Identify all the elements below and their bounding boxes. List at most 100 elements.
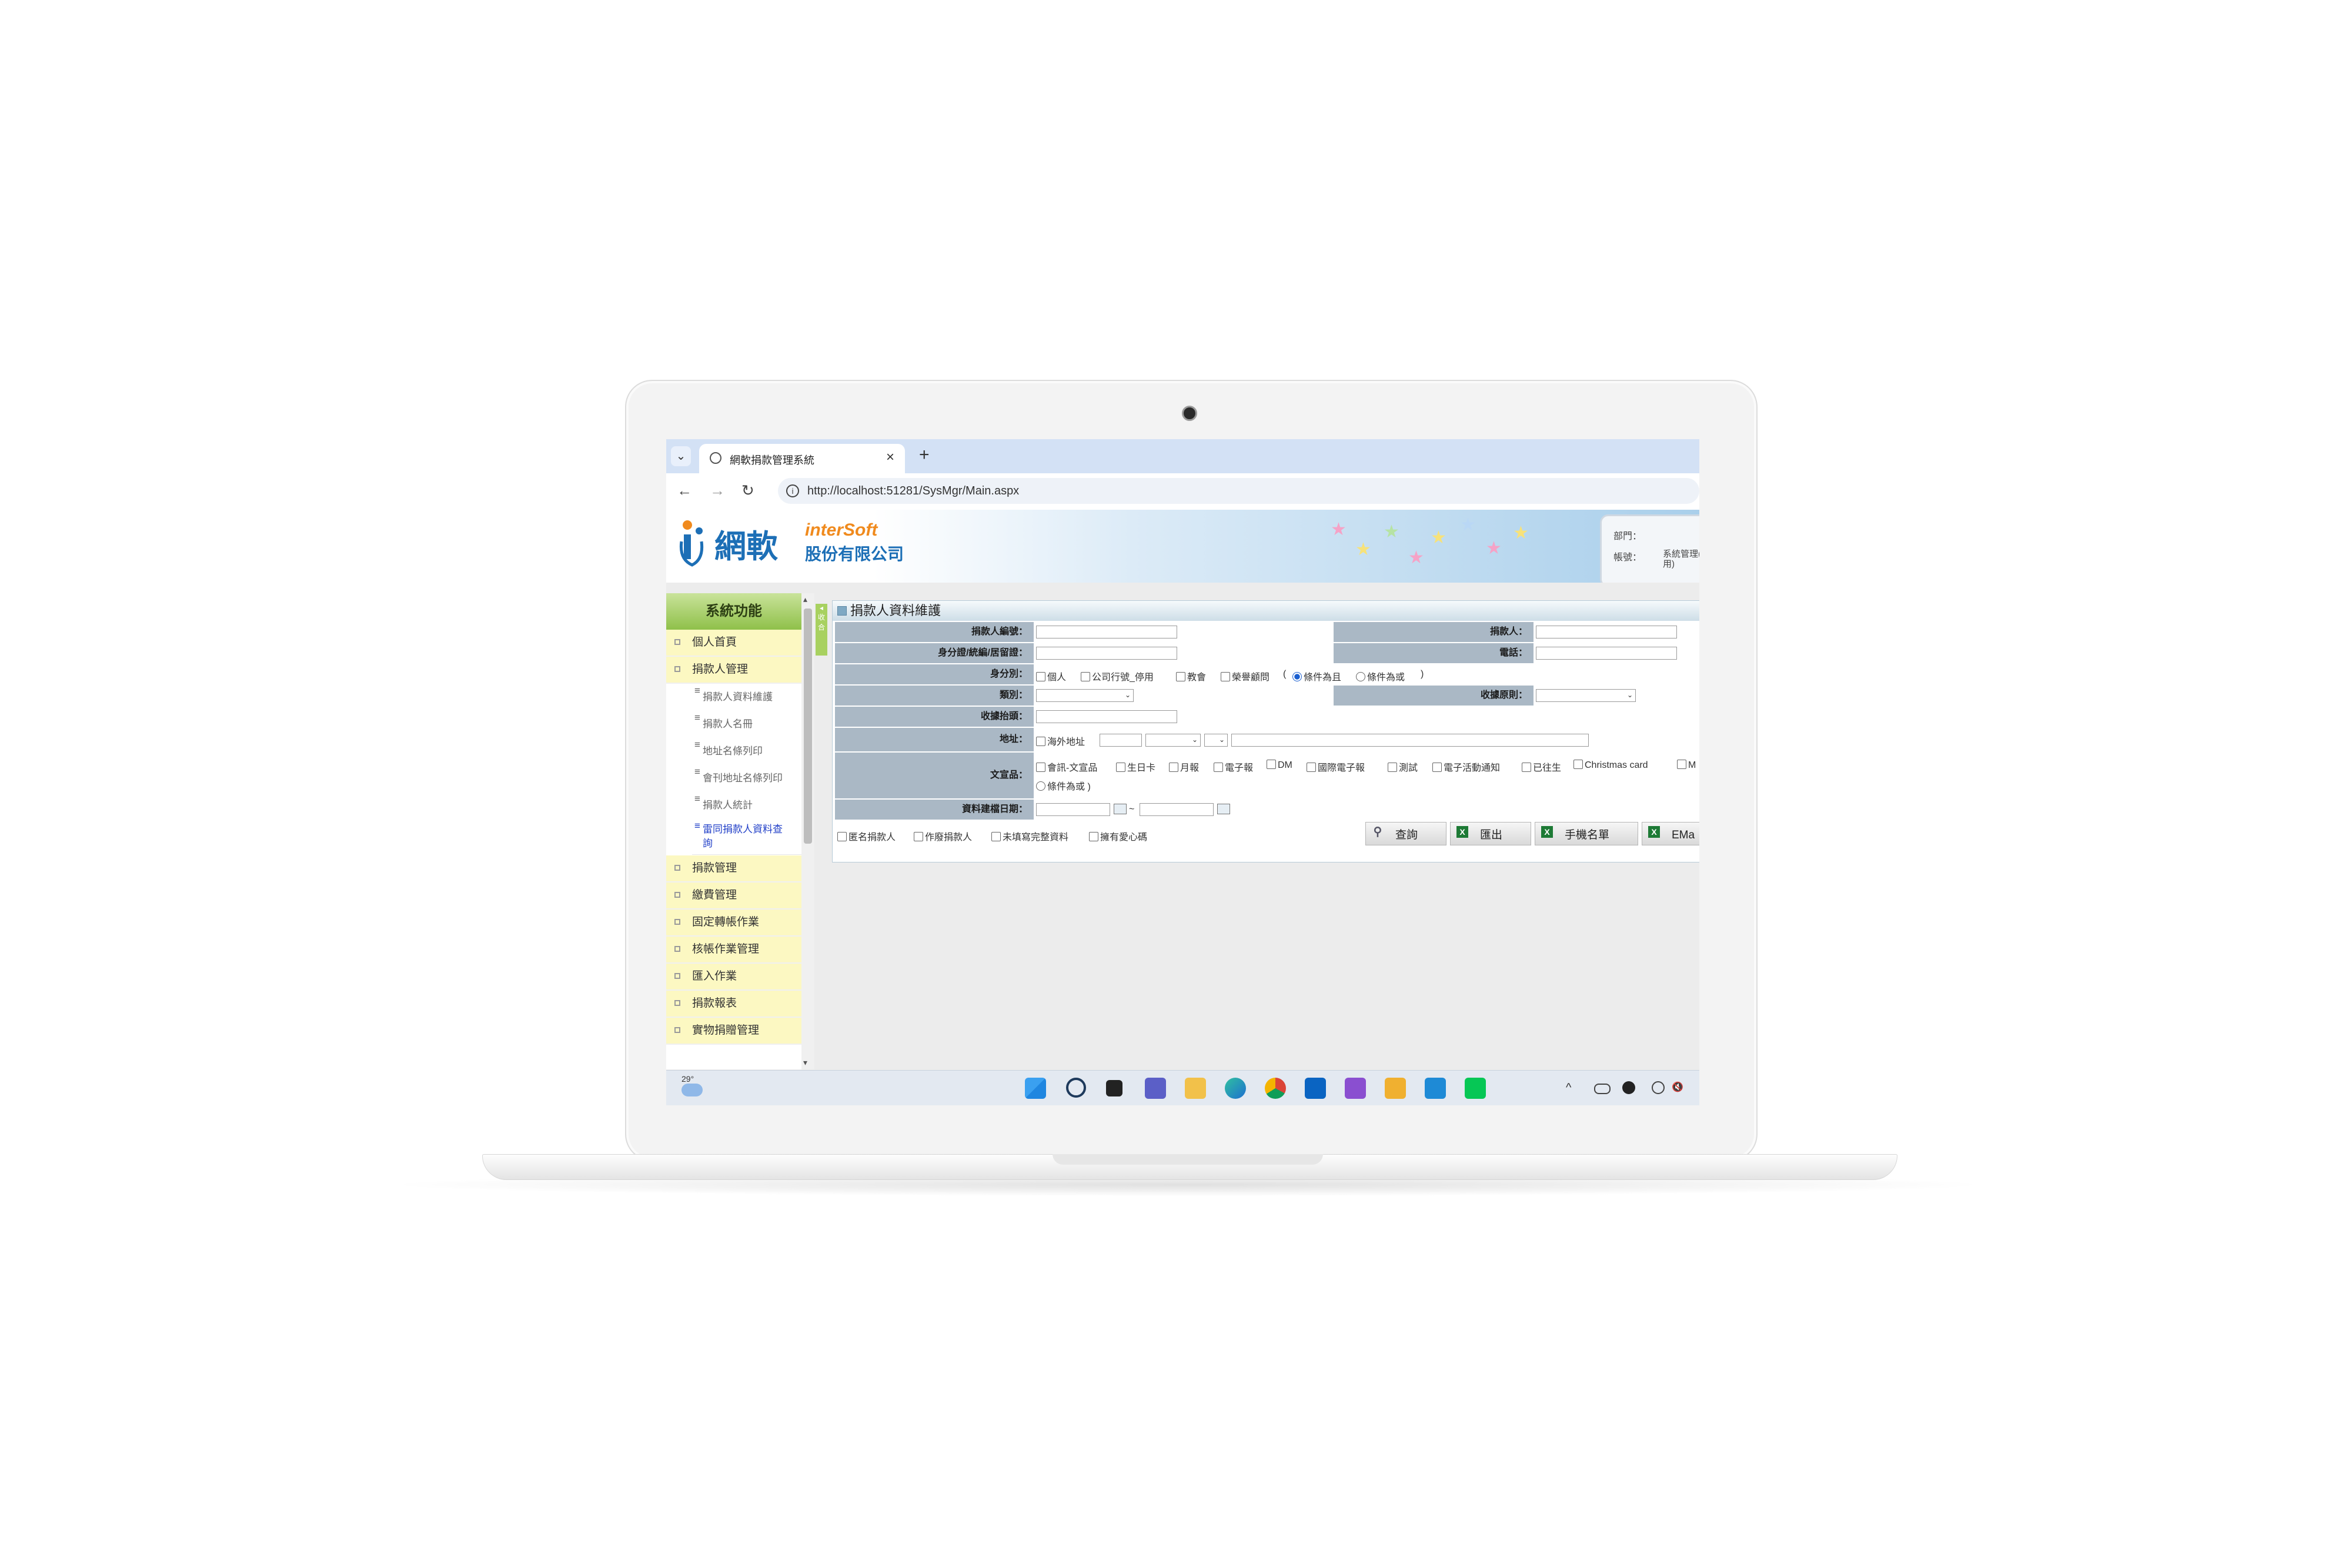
pub-intl-e-newsletter-checkbox[interactable]: 國際電子報: [1307, 760, 1365, 774]
file-explorer-icon[interactable]: [1185, 1078, 1206, 1099]
submenu-address-label-print[interactable]: ≡ 地址名條列印: [692, 738, 801, 765]
receipt-rule-select[interactable]: ⌄: [1536, 689, 1636, 702]
chrome-browser-icon[interactable]: [1265, 1078, 1286, 1099]
calendar-icon[interactable]: [1217, 804, 1230, 814]
bullet-square-icon: [674, 892, 680, 898]
sidebar-item-donor-management[interactable]: 捐款人管理: [666, 657, 801, 684]
sidebar-item-payment-management[interactable]: 繳費管理: [666, 882, 801, 910]
submenu-donor-roster[interactable]: ≡ 捐款人名冊: [692, 711, 801, 738]
void-donor-checkbox[interactable]: 作廢捐款人: [914, 829, 972, 843]
export-button[interactable]: X 匯出: [1450, 822, 1531, 845]
pub-or-radio[interactable]: 條件為或 ): [1036, 778, 1091, 793]
submenu-label: 捐款人統計: [703, 800, 753, 811]
sidebar-item-in-kind-donation[interactable]: 實物捐贈管理: [666, 1018, 801, 1045]
outlook-icon[interactable]: [1305, 1078, 1326, 1099]
submenu-donor-maintenance[interactable]: ≡ 捐款人資料維護: [692, 684, 801, 711]
paint-tool-icon[interactable]: [1385, 1078, 1406, 1099]
back-arrow-icon[interactable]: ←: [677, 482, 692, 500]
identity-and-radio[interactable]: 條件為且: [1292, 669, 1341, 683]
pub-christmas-card-checkbox[interactable]: Christmas card: [1573, 760, 1648, 771]
receipt-title-input[interactable]: [1036, 710, 1177, 723]
phone-input[interactable]: [1536, 647, 1677, 660]
sidebar-collapse-toggle[interactable]: ◂ 收合: [816, 604, 827, 656]
address-label: 地址：: [835, 728, 1034, 751]
overseas-address-checkbox[interactable]: 海外地址: [1036, 734, 1085, 748]
pub-event-notice-checkbox[interactable]: 電子活動通知: [1432, 760, 1500, 774]
category-select[interactable]: ⌄: [1036, 689, 1134, 702]
search-icon[interactable]: [1066, 1078, 1086, 1098]
forward-arrow-icon[interactable]: →: [710, 482, 725, 500]
weather-cloud-icon[interactable]: [681, 1084, 703, 1096]
pub-monthly-report-checkbox[interactable]: 月報: [1169, 760, 1199, 774]
mobile-list-button[interactable]: X 手機名單: [1535, 822, 1638, 845]
sidebar-item-donation-management[interactable]: 捐款管理: [666, 855, 801, 882]
submenu-donor-statistics[interactable]: ≡ 捐款人統計: [692, 792, 801, 820]
identity-or-radio[interactable]: 條件為或: [1356, 669, 1405, 683]
calendar-icon[interactable]: [1114, 804, 1127, 814]
scroll-up-icon[interactable]: ▴: [803, 594, 807, 604]
tray-app-icon[interactable]: [1622, 1081, 1635, 1094]
sidebar-item-home[interactable]: 個人首頁: [666, 630, 801, 657]
identity-company-checkbox[interactable]: 公司行號_停用: [1081, 669, 1154, 683]
anonymous-donor-checkbox[interactable]: 匿名捐款人: [837, 829, 896, 843]
id-no-input[interactable]: [1036, 647, 1177, 660]
sidebar-scrollbar[interactable]: ▴ ▾: [801, 593, 814, 1069]
tab-title: 網軟捐款管理系統: [730, 454, 814, 466]
pub-test-checkbox[interactable]: 測試: [1388, 760, 1418, 774]
edge-browser-icon[interactable]: [1225, 1078, 1246, 1099]
identity-advisor-checkbox[interactable]: 榮譽顧問: [1221, 669, 1269, 683]
weather-temperature[interactable]: 29°: [681, 1074, 694, 1084]
city-select[interactable]: ⌄: [1145, 734, 1201, 747]
tray-chevron-up-icon[interactable]: ^: [1566, 1081, 1571, 1095]
sidebar-item-reconciliation[interactable]: 核帳作業管理: [666, 937, 801, 964]
scrollbar-thumb[interactable]: [804, 609, 812, 844]
site-info-icon[interactable]: i: [786, 484, 799, 497]
submenu-newsletter-address-print[interactable]: ≡ 會刊地址名條列印: [692, 765, 801, 793]
identity-church-checkbox[interactable]: 教會: [1176, 669, 1206, 683]
network-globe-icon[interactable]: [1652, 1081, 1665, 1094]
search-button[interactable]: ⚲ 查詢: [1365, 822, 1446, 845]
identity-individual-checkbox[interactable]: 個人: [1036, 669, 1066, 683]
donor-name-input[interactable]: [1536, 626, 1677, 638]
visual-studio-icon[interactable]: [1345, 1078, 1366, 1099]
pub-newsletter-checkbox[interactable]: 會訊-文宣品: [1036, 760, 1097, 774]
pub-birthday-card-checkbox[interactable]: 生日卡: [1116, 760, 1155, 774]
url-text[interactable]: http://localhost:51281/SysMgr/Main.aspx: [807, 484, 1019, 498]
submenu-similar-donor-query[interactable]: ≡ 雷同捐款人資料查詢: [692, 819, 801, 855]
love-code-checkbox[interactable]: 擁有愛心碼: [1089, 829, 1147, 843]
zipcode-input[interactable]: [1100, 734, 1142, 747]
address-bar[interactable]: i http://localhost:51281/SysMgr/Main.asp…: [778, 478, 1699, 504]
onedrive-cloud-icon[interactable]: [1594, 1084, 1611, 1094]
scroll-down-icon[interactable]: ▾: [803, 1058, 807, 1068]
submenu-label: 會刊地址名條列印: [703, 773, 783, 784]
line-app-icon[interactable]: [1465, 1078, 1486, 1099]
pub-e-newsletter-checkbox[interactable]: 電子報: [1214, 760, 1253, 774]
tab-close-icon[interactable]: ×: [886, 449, 894, 466]
bullet-icon: ≡: [694, 766, 700, 777]
pub-more-checkbox[interactable]: M: [1677, 760, 1696, 771]
pub-deceased-checkbox[interactable]: 已往生: [1522, 760, 1561, 774]
sidebar-item-import[interactable]: 匯入作業: [666, 964, 801, 991]
laptop-screen: ⌄ 網軟捐款管理系統 × + ← → ↻ i http://localhost:…: [666, 439, 1699, 1105]
task-view-icon[interactable]: [1106, 1080, 1122, 1096]
district-select[interactable]: ⌄: [1204, 734, 1228, 747]
start-windows-icon[interactable]: [1025, 1078, 1046, 1099]
reload-icon[interactable]: ↻: [741, 482, 754, 500]
sidebar-item-donation-reports[interactable]: 捐款報表: [666, 991, 801, 1018]
pub-dm-checkbox[interactable]: DM: [1267, 760, 1292, 771]
build-date-from-input[interactable]: [1036, 803, 1110, 816]
sidebar-item-fixed-transfer[interactable]: 固定轉帳作業: [666, 910, 801, 937]
volume-mute-icon[interactable]: 🔇: [1672, 1081, 1683, 1093]
bullet-square-icon: [674, 919, 680, 925]
teams-icon[interactable]: [1145, 1078, 1166, 1099]
tab-search-chevron-icon[interactable]: ⌄: [671, 446, 691, 466]
street-address-input[interactable]: [1231, 734, 1589, 747]
browser-tab[interactable]: 網軟捐款管理系統 ×: [699, 444, 905, 473]
email-list-button[interactable]: X EMa: [1642, 822, 1699, 845]
new-tab-icon[interactable]: +: [919, 445, 930, 465]
build-date-to-input[interactable]: [1140, 803, 1214, 816]
incomplete-data-checkbox[interactable]: 未填寫完整資料: [991, 829, 1068, 843]
vscode-icon[interactable]: [1425, 1078, 1446, 1099]
sidebar-item-label: 繳費管理: [692, 889, 737, 901]
donor-no-input[interactable]: [1036, 626, 1177, 638]
